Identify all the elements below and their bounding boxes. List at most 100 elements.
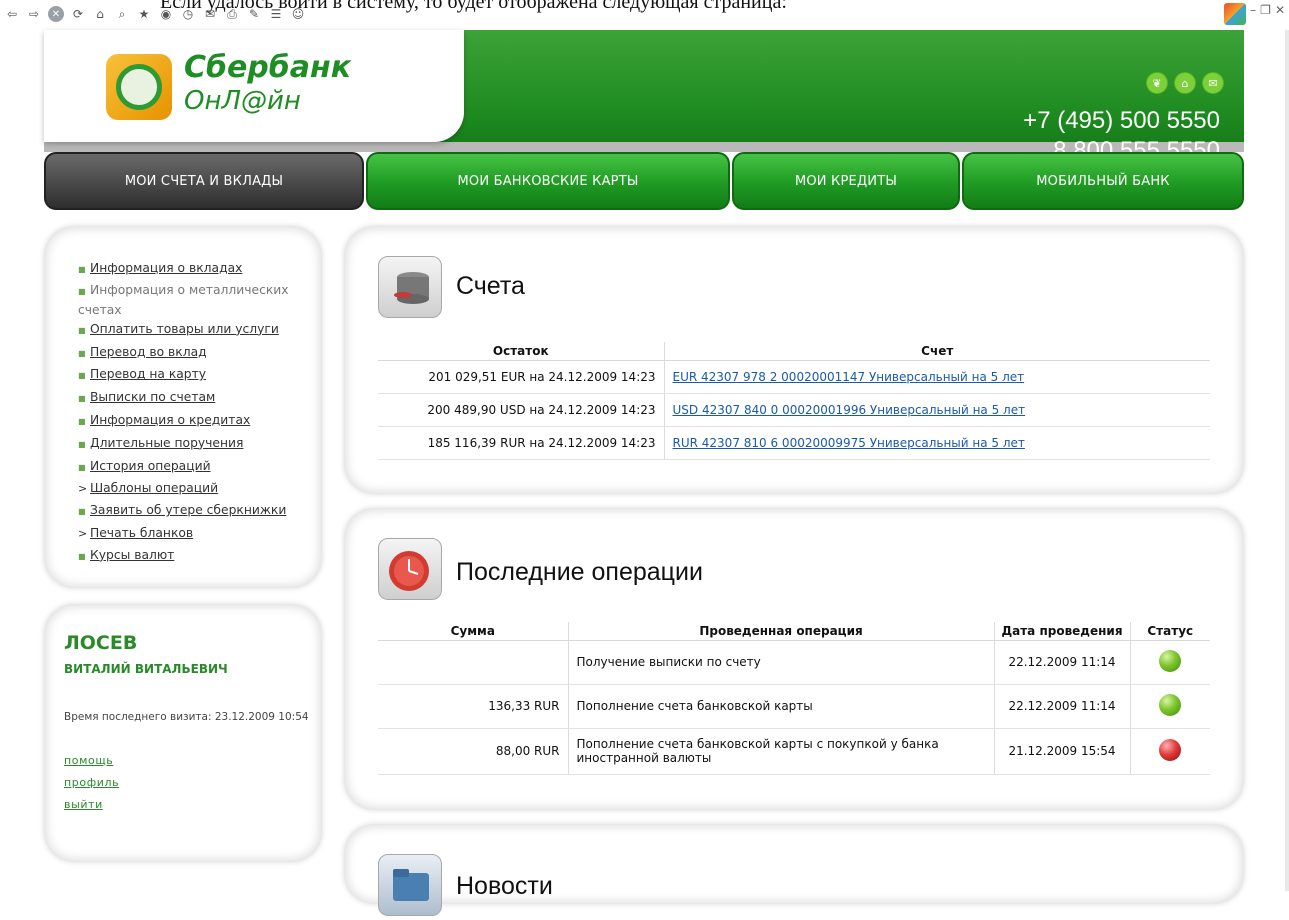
print-icon[interactable]: ⎙ xyxy=(224,6,240,22)
menu-link[interactable]: Перевод во вклад xyxy=(90,345,207,359)
status-green-icon xyxy=(1159,649,1182,672)
amount-cell: 136,33 RUR xyxy=(378,684,569,729)
menu-link[interactable]: Длительные поручения xyxy=(90,436,243,450)
bullet-icon: ■ xyxy=(78,286,86,296)
tab-bank-cards[interactable]: МОИ БАНКОВСКИЕ КАРТЫ xyxy=(366,152,730,210)
edit-icon[interactable]: ✎ xyxy=(246,6,262,22)
menu-link[interactable]: Перевод на карту xyxy=(90,367,206,381)
account-link[interactable]: USD 42307 840 0 00020001996 Универсальны… xyxy=(673,403,1026,417)
restore-icon[interactable]: ❐ xyxy=(1260,3,1271,25)
amount-cell: 88,00 RUR xyxy=(378,728,569,775)
column-status: Статус xyxy=(1130,622,1210,641)
menu-item-transfer-deposit[interactable]: ■ Перевод во вклад xyxy=(78,342,308,365)
menu-item-lost-passbook[interactable]: ■ Заявить об утере сберкнижки xyxy=(78,500,308,523)
column-operation: Проведенная операция xyxy=(568,622,995,641)
side-menu: ■ Информация о вкладах ■ Информация о мета… xyxy=(44,226,322,588)
refresh-icon[interactable]: ⟳ xyxy=(70,6,86,22)
menu-item-standing-orders[interactable]: ■ Длительные поручения xyxy=(78,433,308,456)
bullet-icon: ■ xyxy=(78,371,86,381)
clock-icon xyxy=(378,538,442,600)
menu-link[interactable]: Информация о вкладах xyxy=(90,261,242,275)
vertical-scrollbar[interactable] xyxy=(1285,30,1289,891)
account-link[interactable]: EUR 42307 978 2 00020001147 Универсальны… xyxy=(673,370,1025,384)
menu-link[interactable]: Печать бланков xyxy=(90,526,193,540)
brand-subtitle: ОнЛ@йн xyxy=(184,86,301,116)
home-icon[interactable]: ⌂ xyxy=(1174,72,1196,94)
mail-icon[interactable]: ✉ xyxy=(1202,72,1224,94)
tab-label: МОИ БАНКОВСКИЕ КАРТЫ xyxy=(457,173,639,189)
media-icon[interactable]: ◉ xyxy=(158,6,174,22)
menu-item-deposits-info[interactable]: ■ Информация о вкладах xyxy=(78,258,308,281)
table-row: 185 116,39 RUR на 24.12.2009 14:23 RUR 4… xyxy=(378,426,1210,460)
tab-label: МОБИЛЬНЫЙ БАНК xyxy=(1036,173,1170,189)
status-red-icon xyxy=(1159,738,1182,761)
table-header-row: Остаток Счет xyxy=(378,342,1210,361)
home-icon[interactable]: ⌂ xyxy=(92,6,108,22)
phone-moscow: +7 (495) 500 5550 xyxy=(1023,107,1220,134)
menu-item-templates[interactable]: > Шаблоны операций xyxy=(78,478,308,500)
menu-link[interactable]: История операций xyxy=(90,459,211,473)
bullet-icon: ■ xyxy=(78,551,86,561)
account-link[interactable]: RUR 42307 810 6 00020009975 Универсальны… xyxy=(673,436,1025,450)
amount-cell xyxy=(378,640,569,685)
date-cell: 22.12.2009 11:14 xyxy=(994,684,1131,729)
news-title: Новости xyxy=(456,872,553,900)
folder-icon xyxy=(378,854,442,916)
status-green-icon xyxy=(1159,693,1182,716)
stop-icon[interactable]: ✕ xyxy=(48,6,64,22)
column-balance: Остаток xyxy=(378,342,665,361)
operation-cell: Пополнение счета банковской карты с поку… xyxy=(568,728,995,775)
back-arrow-icon[interactable]: ⇦ xyxy=(4,6,20,22)
accounts-panel: Счета Остаток Счет 201 029,51 EUR на 24.… xyxy=(344,226,1244,494)
favorites-icon[interactable]: ★ xyxy=(136,6,152,22)
history-icon[interactable]: ◷ xyxy=(180,6,196,22)
mail-icon[interactable]: ✉ xyxy=(202,6,218,22)
menu-item-statements[interactable]: ■ Выписки по счетам xyxy=(78,387,308,410)
toolbar-icons: ⇦ ⇨ ✕ ⟳ ⌂ ⌕ ★ ◉ ◷ ✉ ⎙ ✎ ☰ ☺ xyxy=(4,6,306,22)
menu-item-pay-goods[interactable]: ■ Оплатить товары или услуги xyxy=(78,319,308,342)
messenger-icon[interactable]: ☺ xyxy=(290,6,306,22)
sberbank-leaf-icon[interactable]: ❦ xyxy=(1146,72,1168,94)
accounts-table: Остаток Счет 201 029,51 EUR на 24.12.200… xyxy=(378,342,1210,460)
user-info-panel: ЛОСЕВ ВИТАЛИЙ ВИТАЛЬЕВИЧ Время последнег… xyxy=(44,604,322,862)
help-link[interactable]: помощь xyxy=(64,754,113,767)
balance-cell: 185 116,39 RUR на 24.12.2009 14:23 xyxy=(378,426,665,460)
header-icons: ❦ ⌂ ✉ xyxy=(1146,72,1224,94)
bullet-icon: ■ xyxy=(78,348,86,358)
tab-label: МОИ СЧЕТА И ВКЛАДЫ xyxy=(124,173,284,189)
menu-link[interactable]: Выписки по счетам xyxy=(90,390,215,404)
menu-link[interactable]: Оплатить товары или услуги xyxy=(90,322,279,336)
menu-link[interactable]: Заявить об утере сберкнижки xyxy=(90,503,286,517)
bullet-icon: ■ xyxy=(78,265,86,274)
menu-link[interactable]: Шаблоны операций xyxy=(90,481,218,495)
search-icon[interactable]: ⌕ xyxy=(114,6,130,22)
menu-item-print-forms[interactable]: > Печать бланков xyxy=(78,523,308,545)
logo-box[interactable]: Сбербанк ОнЛ@йн xyxy=(44,30,464,142)
forward-arrow-icon[interactable]: ⇨ xyxy=(26,6,42,22)
discuss-icon[interactable]: ☰ xyxy=(268,6,284,22)
menu-item-credits-info[interactable]: ■ Информация о кредитах xyxy=(78,410,308,433)
tab-accounts-deposits[interactable]: МОИ СЧЕТА И ВКЛАДЫ xyxy=(44,152,364,210)
news-panel: Новости xyxy=(344,824,1244,916)
menu-item-exchange-rates[interactable]: ■ Курсы валют xyxy=(78,545,308,568)
close-icon[interactable]: ✕ xyxy=(1275,3,1285,25)
menu-link[interactable]: Информация о кредитах xyxy=(90,413,250,427)
logout-link[interactable]: выйти xyxy=(64,798,103,811)
chevron-right-icon: > xyxy=(78,482,88,496)
menu-item-history[interactable]: ■ История операций xyxy=(78,456,308,479)
tab-label: МОИ КРЕДИТЫ xyxy=(794,173,898,189)
tab-mobile-bank[interactable]: МОБИЛЬНЫЙ БАНК xyxy=(962,152,1244,210)
column-account: Счет xyxy=(664,342,1210,361)
sberbank-logo-icon xyxy=(106,54,172,120)
menu-link[interactable]: Курсы валют xyxy=(90,548,174,562)
bullet-icon: ■ xyxy=(78,507,86,517)
tab-credits[interactable]: МОИ КРЕДИТЫ xyxy=(732,152,960,210)
menu-item-transfer-card[interactable]: ■ Перевод на карту xyxy=(78,364,308,387)
profile-link[interactable]: профиль xyxy=(64,776,119,789)
menu-label: Информация о металлических счетах xyxy=(78,282,289,317)
date-cell: 21.12.2009 15:54 xyxy=(994,728,1131,775)
minimize-icon[interactable]: – xyxy=(1250,3,1256,25)
balance-cell: 201 029,51 EUR на 24.12.2009 14:23 xyxy=(378,360,665,394)
date-cell: 22.12.2009 11:14 xyxy=(994,640,1131,685)
balance-cell: 200 489,90 USD на 24.12.2009 14:23 xyxy=(378,393,665,427)
